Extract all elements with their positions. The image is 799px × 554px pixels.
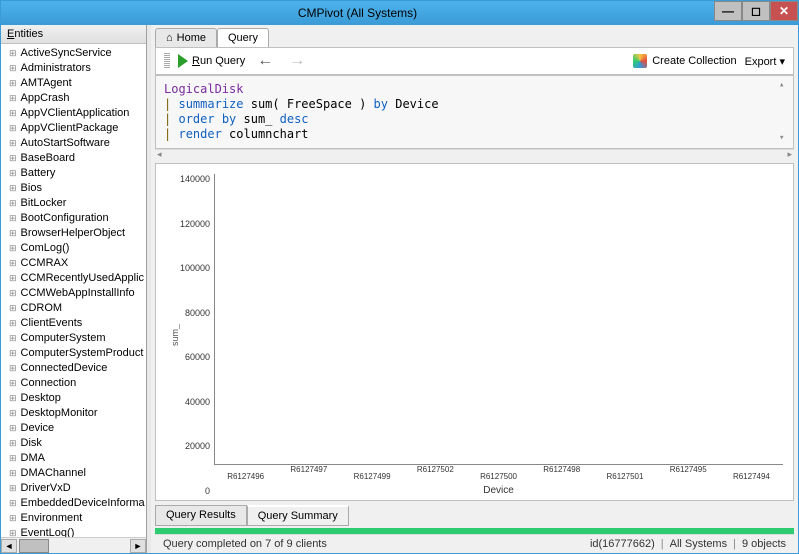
entity-item[interactable]: DriverVxD [1, 481, 146, 496]
collection-icon [633, 54, 647, 68]
entities-list[interactable]: ActiveSyncServiceAdministratorsAMTAgentA… [1, 44, 146, 537]
entities-panel: Entities ActiveSyncServiceAdministrators… [1, 25, 147, 553]
entity-item[interactable]: ComputerSystemProduct [1, 346, 146, 361]
entity-item[interactable]: Disk [1, 436, 146, 451]
entities-hscrollbar[interactable]: ◄ ► [1, 537, 146, 553]
back-button[interactable]: ← [253, 52, 277, 70]
entity-item[interactable]: BaseBoard [1, 151, 146, 166]
entity-item[interactable]: BrowserHelperObject [1, 226, 146, 241]
scroll-up-icon[interactable]: ▴ [779, 78, 791, 93]
entity-item[interactable]: CCMWebAppInstallInfo [1, 286, 146, 301]
query-toolbar: Run Query ← → Create Collection Export ▾ [155, 47, 794, 75]
maximize-button[interactable]: ◻ [742, 1, 770, 21]
entity-item[interactable]: BitLocker [1, 196, 146, 211]
toolbar-grip-icon [164, 53, 170, 69]
result-tab-strip: Query Results Query Summary [155, 505, 794, 526]
status-scope: All Systems [670, 538, 727, 550]
run-query-button[interactable]: Run Query [178, 54, 245, 68]
entity-item[interactable]: BootConfiguration [1, 211, 146, 226]
main-tab-strip: ⌂ Home Query [151, 25, 798, 47]
tab-home[interactable]: ⌂ Home [155, 28, 217, 47]
entity-item[interactable]: CDROM [1, 301, 146, 316]
y-axis: 140000120000100000800006000040000200000 [180, 174, 214, 496]
x-axis-labels-row2: R6127496R6127499R6127500R6127501R6127494 [214, 472, 783, 481]
entity-item[interactable]: DMA [1, 451, 146, 466]
status-objects: 9 objects [742, 538, 786, 550]
entity-item[interactable]: CCMRecentlyUsedApplic [1, 271, 146, 286]
tab-query[interactable]: Query [217, 28, 269, 47]
entity-item[interactable]: Bios [1, 181, 146, 196]
entity-item[interactable]: AMTAgent [1, 76, 146, 91]
forward-button[interactable]: → [285, 52, 309, 70]
scroll-thumb[interactable] [19, 539, 49, 553]
chart-area: sum_ 14000012000010000080000600004000020… [155, 163, 794, 501]
chevron-down-icon: ▾ [779, 56, 785, 68]
status-message: Query completed on 7 of 9 clients [163, 538, 327, 550]
entity-item[interactable]: Connection [1, 376, 146, 391]
minimize-button[interactable]: — [714, 1, 742, 21]
entity-item[interactable]: ComLog() [1, 241, 146, 256]
entity-item[interactable]: Battery [1, 166, 146, 181]
y-axis-label: sum_ [166, 174, 180, 496]
scroll-left-icon[interactable]: ◄ [1, 539, 17, 553]
entity-item[interactable]: ClientEvents [1, 316, 146, 331]
entity-item[interactable]: Environment [1, 511, 146, 526]
x-axis-label: Device [214, 485, 783, 496]
entity-item[interactable]: AutoStartSoftware [1, 136, 146, 151]
close-button[interactable]: ✕ [770, 1, 798, 21]
entity-item[interactable]: EventLog() [1, 526, 146, 537]
play-icon [178, 54, 188, 68]
entity-item[interactable]: DesktopMonitor [1, 406, 146, 421]
window-title: CMPivot (All Systems) [1, 6, 714, 20]
entity-item[interactable]: AppVClientApplication [1, 106, 146, 121]
entity-item[interactable]: Administrators [1, 61, 146, 76]
scroll-right-icon[interactable]: ► [130, 539, 146, 553]
create-collection-button[interactable]: Create Collection [633, 54, 736, 68]
entity-item[interactable]: AppCrash [1, 91, 146, 106]
entity-item[interactable]: AppVClientPackage [1, 121, 146, 136]
entity-item[interactable]: EmbeddedDeviceInforma [1, 496, 146, 511]
tab-query-results[interactable]: Query Results [155, 505, 247, 526]
entity-item[interactable]: ConnectedDevice [1, 361, 146, 376]
chart-bars [214, 174, 783, 465]
scroll-down-icon[interactable]: ▾ [779, 131, 791, 146]
entities-header: Entities [1, 25, 146, 44]
entity-item[interactable]: ComputerSystem [1, 331, 146, 346]
entity-item[interactable]: Desktop [1, 391, 146, 406]
query-editor[interactable]: LogicalDisk | summarize sum( FreeSpace )… [155, 75, 794, 149]
entity-item[interactable]: DMAChannel [1, 466, 146, 481]
status-id: id(16777662) [590, 538, 655, 550]
window-controls: — ◻ ✕ [714, 1, 798, 25]
export-button[interactable]: Export ▾ [745, 55, 785, 68]
entity-item[interactable]: ActiveSyncService [1, 46, 146, 61]
entity-item[interactable]: Device [1, 421, 146, 436]
tab-query-summary[interactable]: Query Summary [247, 505, 349, 526]
titlebar: CMPivot (All Systems) — ◻ ✕ [1, 1, 798, 25]
status-bar: Query completed on 7 of 9 clients id(167… [155, 534, 794, 553]
entity-item[interactable]: CCMRAX [1, 256, 146, 271]
home-icon: ⌂ [166, 32, 173, 44]
